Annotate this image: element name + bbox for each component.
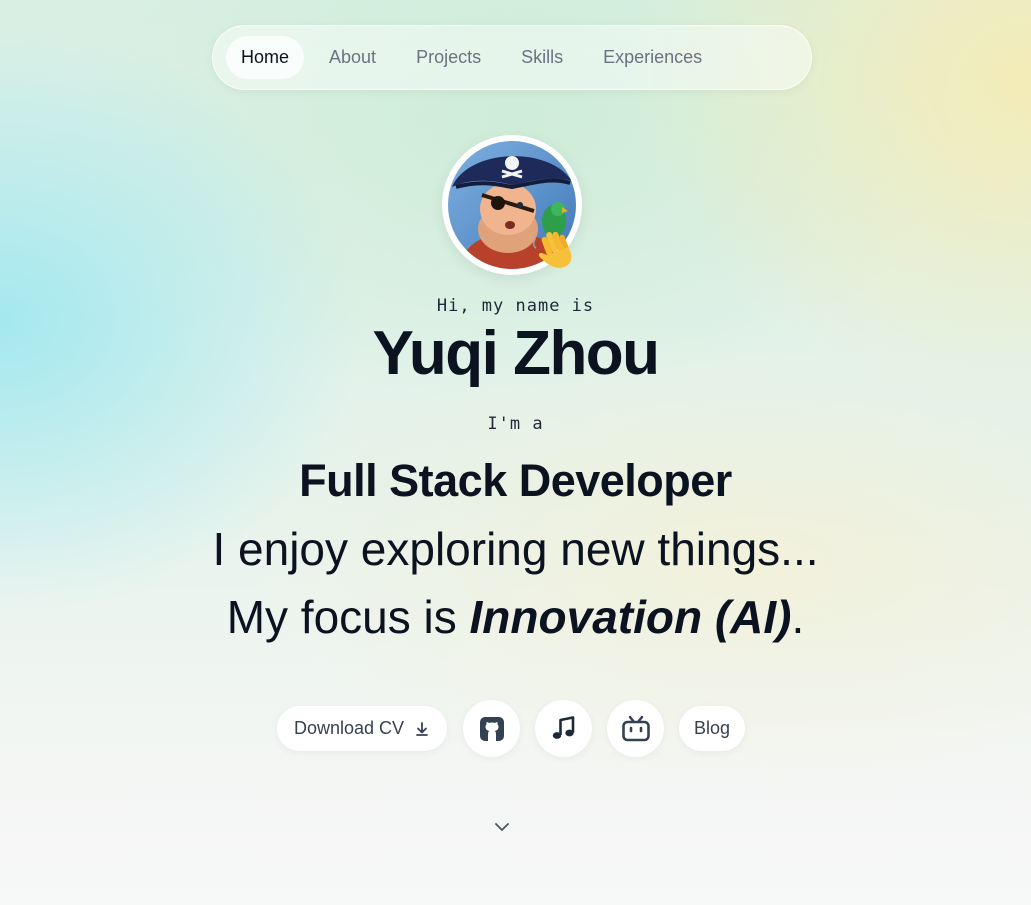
main-nav: Home About Projects Skills Experiences — [212, 25, 812, 90]
waving-hand-icon — [532, 231, 572, 268]
nav-home[interactable]: Home — [226, 36, 305, 79]
download-icon — [416, 721, 428, 736]
download-cv-label: Download CV — [293, 718, 405, 738]
nav-projects[interactable]: Projects — [401, 36, 496, 79]
bilibili-button[interactable] — [607, 700, 664, 757]
music-button[interactable] — [535, 700, 592, 757]
nav-skills[interactable]: Skills — [506, 36, 578, 79]
role-title: Full Stack Developer — [299, 455, 732, 506]
nav-about[interactable]: About — [314, 36, 391, 79]
github-icon — [479, 716, 504, 741]
nav-experiences[interactable]: Experiences — [588, 36, 717, 79]
focus-prefix: My focus is — [226, 591, 470, 643]
person-name: Yuqi Zhou — [372, 319, 660, 388]
chevron-down-icon[interactable] — [493, 818, 511, 836]
tagline: I enjoy exploring new things... — [212, 523, 819, 575]
focus-line: My focus is Innovation (AI). — [0, 590, 1031, 644]
blog-label: Blog — [693, 718, 731, 738]
download-cv-button[interactable]: Download CV — [277, 706, 447, 751]
blog-button[interactable]: Blog — [679, 706, 745, 751]
music-note-icon — [552, 715, 574, 739]
intro-text: Hi, my name is — [436, 296, 595, 316]
focus-suffix: . — [791, 591, 805, 643]
focus-emphasis: Innovation (AI) — [469, 591, 792, 643]
bilibili-icon — [621, 715, 650, 741]
im-a-text: I'm a — [487, 414, 544, 434]
github-button[interactable] — [463, 700, 520, 757]
